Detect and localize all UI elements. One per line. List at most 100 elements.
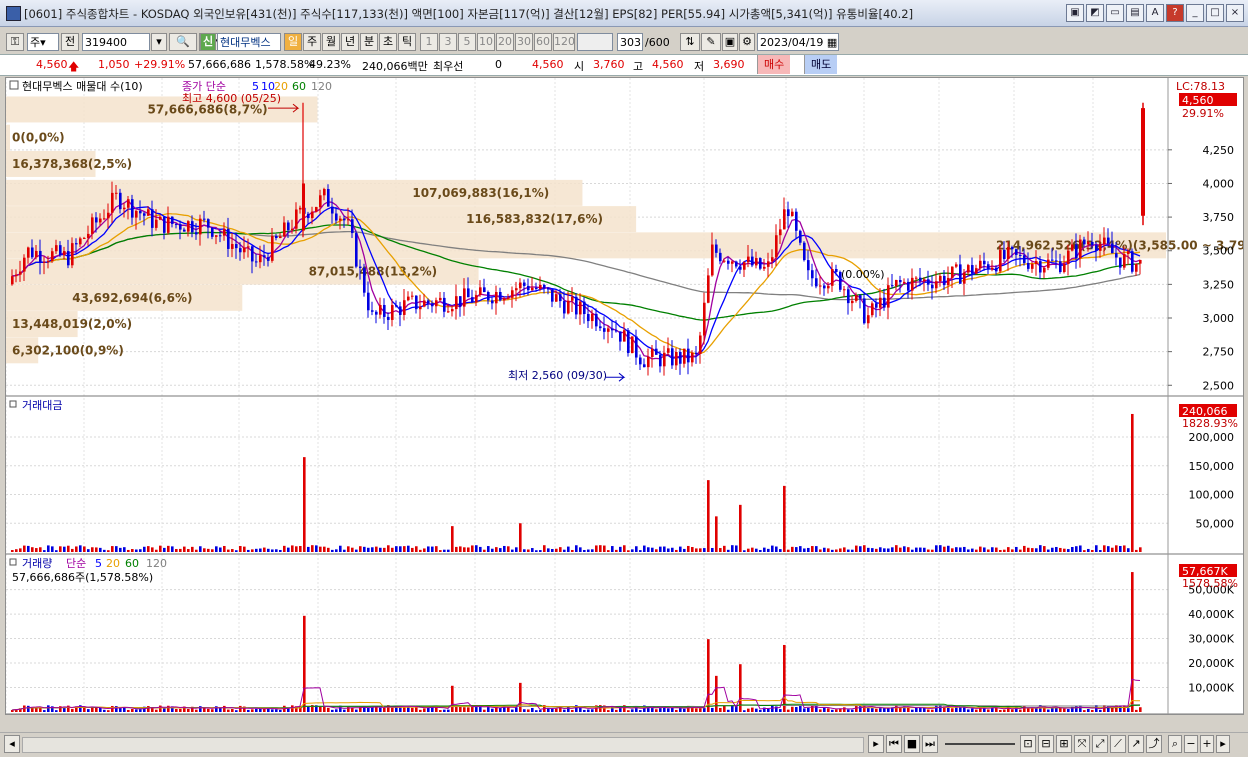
prev-button[interactable]: 전 [61,33,79,51]
candle-body [1111,243,1114,254]
min-period-1[interactable]: 1 [420,33,438,51]
candle-body [227,228,230,249]
draw-icon[interactable]: ✎ [701,33,721,51]
crosshair-icon[interactable]: ⤧ [1074,735,1090,753]
trend-tool-icon[interactable]: ⟋ [1110,735,1126,753]
amount-bar [599,545,602,552]
candle-body [983,260,986,265]
min-period-20[interactable]: 20 [496,33,514,51]
candle-body [691,352,694,363]
buy-button[interactable]: 매수 [757,55,791,74]
code-dropdown-button[interactable]: ▾ [151,33,167,51]
min-period-30[interactable]: 30 [515,33,533,51]
scroll-right-button[interactable]: ▸ [868,735,884,753]
settings-icon[interactable]: ⚙ [739,33,755,51]
zoom-out-button[interactable]: − [1184,735,1198,753]
amount-bar [515,547,518,552]
scrollbar-track[interactable] [22,737,864,753]
chart-area[interactable]: 0(0,0%) 16,378,368(2,5%) 57,666,686(8,7%) 1… [5,77,1248,732]
candle-body [571,296,574,301]
maximize-button[interactable]: □ [1206,4,1224,22]
candle-body [371,310,374,312]
link-icon[interactable]: ▣ [1066,4,1084,22]
timeframe-tick[interactable]: 틱 [398,33,416,51]
high-price: 4,560 [652,58,684,71]
font-icon[interactable]: A [1146,4,1164,22]
save-icon[interactable]: ▣ [722,33,738,51]
scroll-end-button[interactable]: ▸ [1216,735,1230,753]
volume-bar [271,709,274,712]
timeframe-day[interactable]: 일 [284,33,302,51]
timeframe-minute[interactable]: 분 [360,33,378,51]
amount-bar [459,546,462,552]
code-input[interactable]: 319400 [82,33,150,51]
last-page-button[interactable]: ⏭ [922,735,938,753]
timeframe-month[interactable]: 월 [322,33,340,51]
close-button[interactable]: × [1226,4,1244,22]
amount-bar [271,549,274,552]
date-input[interactable]: 2023/04/19 ▦ [757,33,839,51]
timeframe-second[interactable]: 초 [379,33,397,51]
layout-icon[interactable]: ▭ [1106,4,1124,22]
priority-label: 최우선 [433,60,464,73]
sell-button[interactable]: 매도 [804,55,838,74]
zoom-in-button[interactable]: + [1200,735,1214,753]
compare-icon[interactable]: ⊞ [1056,735,1072,753]
candle-body [87,233,90,238]
candle-body [503,298,506,301]
volume-bar [275,709,278,712]
zoom-slider[interactable] [945,743,1015,745]
amount-bar [203,548,206,552]
trend-icon[interactable]: ⇅ [680,33,700,51]
y-tick-label: 10,000K [1188,682,1234,695]
min-period-10[interactable]: 10 [477,33,495,51]
min-period-60[interactable]: 60 [534,33,552,51]
first-page-button[interactable]: ⏮ [886,735,902,753]
zoom-fit-icon[interactable]: ⊡ [1020,735,1036,753]
count-input[interactable]: 303 [617,33,643,51]
volume-bar [327,707,330,712]
candle-body [1135,263,1138,272]
y-tick-label: 100,000 [1189,489,1235,502]
volume-bar [871,708,874,712]
search-icon[interactable]: 🔍 [169,33,197,51]
amount-bar [879,547,882,552]
amount-bar [399,546,402,552]
min-period-3[interactable]: 3 [439,33,457,51]
stop-button[interactable]: ■ [904,735,920,753]
minimize-button[interactable]: _ [1186,4,1204,22]
period-input[interactable] [577,33,613,51]
timeframe-week[interactable]: 주 [303,33,321,51]
amount-bar [747,548,750,552]
volume-bar [1135,709,1138,712]
arrow-tool-icon[interactable]: ↗ [1128,735,1144,753]
indicator-icon[interactable]: ⤴ [1146,735,1162,753]
stock-name-field[interactable]: 현대무벡스 [217,33,281,51]
compare-icon[interactable]: ◩ [1086,4,1104,22]
scroll-left-button[interactable]: ◂ [4,735,20,753]
period-type-select[interactable]: 주▾ [27,33,59,51]
amount-bar [575,545,578,552]
amount-bar [403,546,406,552]
candle-body [827,285,830,289]
amount-bar [131,549,134,552]
amount-bar [739,504,742,552]
amount-bar [907,547,910,552]
lock-icon[interactable]: ⚿ [6,33,24,51]
zoom-window-icon[interactable]: ⊟ [1038,735,1054,753]
ma-legend-120: 120 [311,80,332,93]
amount-bar [835,549,838,552]
min-period-120[interactable]: 120 [553,33,575,51]
help-icon[interactable]: ? [1166,4,1184,22]
volume-bar [95,707,98,712]
amount-bar [299,545,302,552]
search-icon[interactable]: ⌕ [1168,735,1182,753]
line-tool-icon[interactable]: ⤢ [1092,735,1108,753]
timeframe-year[interactable]: 년 [341,33,359,51]
candle-body [403,300,406,315]
amount-bar [67,545,70,552]
amount-bar [959,547,962,552]
amount-bar [819,549,822,552]
list-icon[interactable]: ▤ [1126,4,1144,22]
min-period-5[interactable]: 5 [458,33,476,51]
